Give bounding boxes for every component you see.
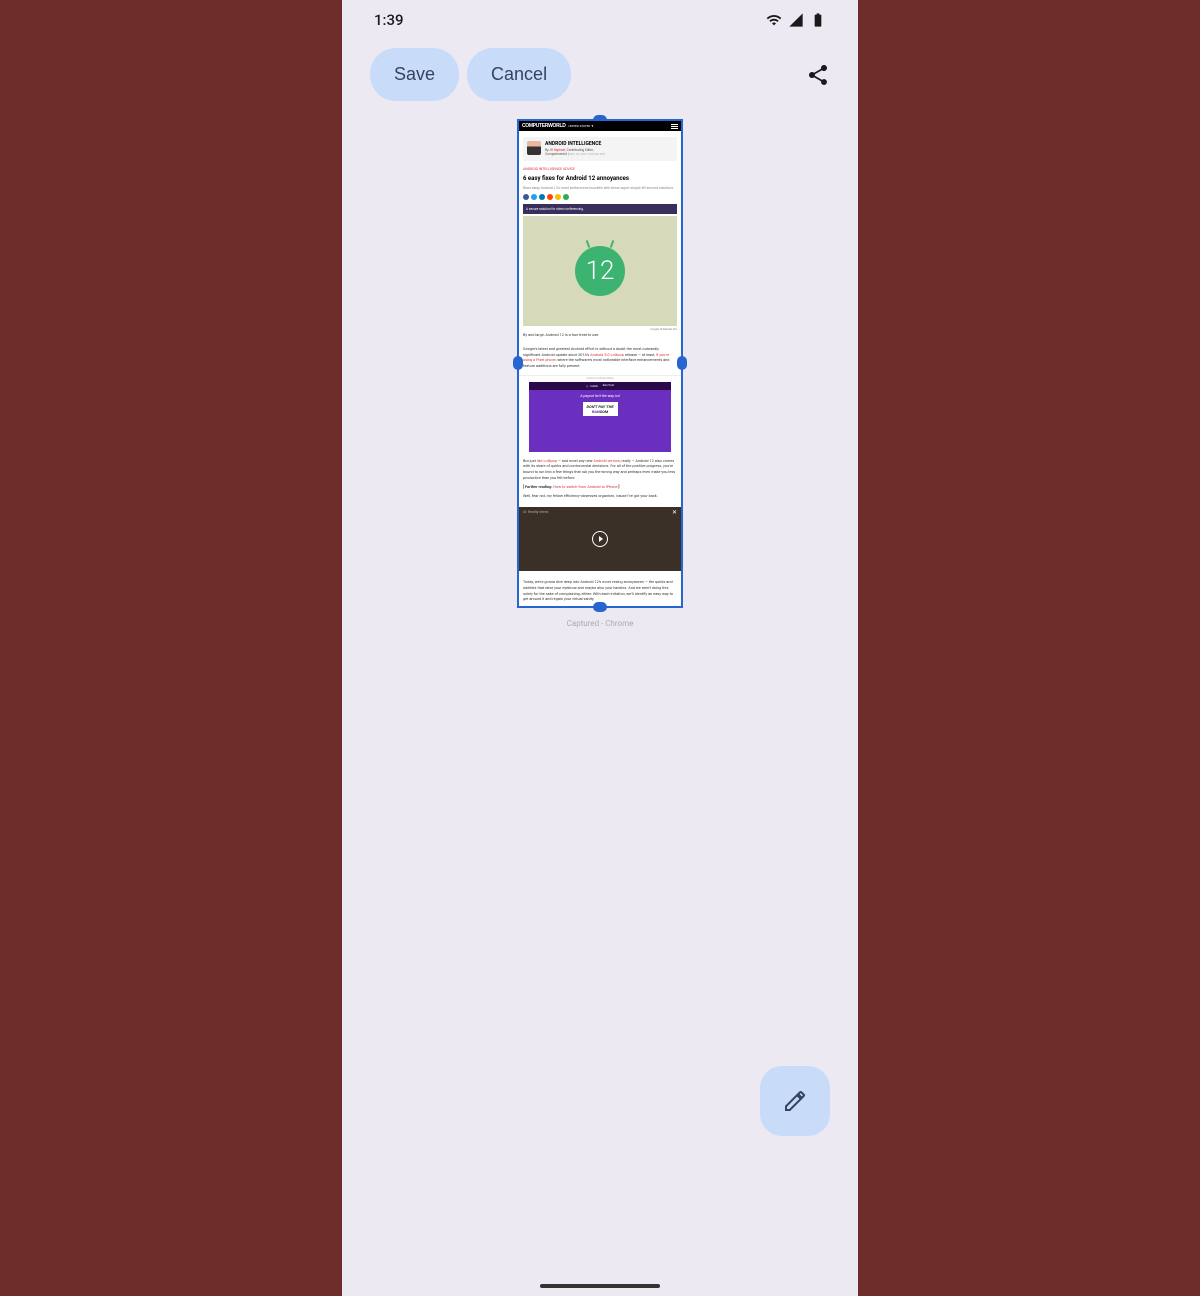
author-box: ANDROID INTELLIGENCE By JR Raphael, Cont… [523, 137, 677, 161]
crop-handle-right[interactable] [677, 356, 687, 370]
wifi-icon [766, 12, 782, 28]
page-label: Captured - Chrome [342, 618, 858, 629]
twitter-icon [531, 194, 537, 200]
author-avatar [527, 141, 541, 155]
status-bar: 1:39 [342, 0, 858, 40]
signal-icon [788, 12, 804, 28]
reddit-icon [547, 194, 553, 200]
captured-page: COMPUTERWORLD UNITED STATES ▼ ANDROID IN… [519, 121, 681, 606]
cancel-button[interactable]: Cancel [467, 48, 571, 101]
share-icon[interactable] [806, 63, 830, 87]
paragraph-3: But just like Lollipop — and most any ne… [519, 454, 681, 485]
paragraph-4: Well, fear not, my fellow efficiency-obs… [519, 489, 681, 503]
ad2-box: DON'T PAY THE RANSOM [583, 402, 618, 416]
ad2-logo: ◇ rubrik Zero Trust [529, 382, 671, 390]
image-credit: Google/JR Raphael, IDG [650, 328, 677, 331]
crop-handle-bottom[interactable] [593, 602, 607, 612]
crop-handle-left[interactable] [513, 356, 523, 370]
site-header: COMPUTERWORLD UNITED STATES ▼ [519, 121, 681, 131]
hamburger-icon [671, 123, 678, 130]
headline: 6 easy fixes for Android 12 annoyances [519, 173, 681, 184]
dek: Blast away Android 12's most bothersome … [519, 184, 681, 193]
phone-frame: 1:39 Save Cancel COMPUTERWORLD UNITED ST… [342, 0, 858, 1296]
facebook-icon [523, 194, 529, 200]
status-icons [766, 12, 826, 28]
save-button[interactable]: Save [370, 48, 459, 101]
video-close-icon: ✕ [672, 510, 677, 516]
site-logo: COMPUTERWORLD [522, 123, 566, 129]
edit-button[interactable] [760, 1066, 830, 1136]
email-icon [555, 194, 561, 200]
ad2-headline: A payout isn't the way out [533, 394, 667, 398]
print-icon [563, 194, 569, 200]
play-icon [592, 531, 608, 547]
link-like-lollipop: like Lollipop [537, 458, 557, 463]
breadcrumb: ANDROID INTELLIGENCE ADVICE [519, 165, 681, 173]
region-selector: UNITED STATES ▼ [569, 124, 594, 128]
ad-banner-1: A secure solution for video conferencing… [523, 204, 677, 214]
paragraph-2: Google's latest and greatest Android eff… [519, 342, 681, 373]
link-lollipop: Android 5.0 Lollipop [590, 352, 624, 357]
screenshot-crop-frame[interactable]: COMPUTERWORLD UNITED STATES ▼ ANDROID IN… [517, 119, 683, 608]
linkedin-icon [539, 194, 545, 200]
android-12-logo: 12 [575, 246, 625, 296]
battery-icon [810, 12, 826, 28]
status-time: 1:39 [374, 11, 404, 29]
video-player: AI: Reality check ✕ [519, 507, 681, 571]
content-break: Content Continues Below [519, 375, 681, 380]
toolbar: Save Cancel [342, 40, 858, 109]
video-title: AI: Reality check [523, 510, 548, 514]
link-android-version: Android version [593, 458, 619, 463]
hero-image: 12 Google/JR Raphael, IDG [523, 216, 677, 326]
pencil-icon [783, 1089, 807, 1113]
nav-bar[interactable] [540, 1284, 660, 1288]
publication: Computerworld | DEC 10, 2021 3:00 AM PST [545, 152, 605, 157]
further-link: How to switch from Android to iPhone [553, 484, 617, 489]
share-row [519, 192, 681, 202]
ad-banner-2: ◇ rubrik Zero Trust A payout isn't the w… [529, 382, 671, 452]
